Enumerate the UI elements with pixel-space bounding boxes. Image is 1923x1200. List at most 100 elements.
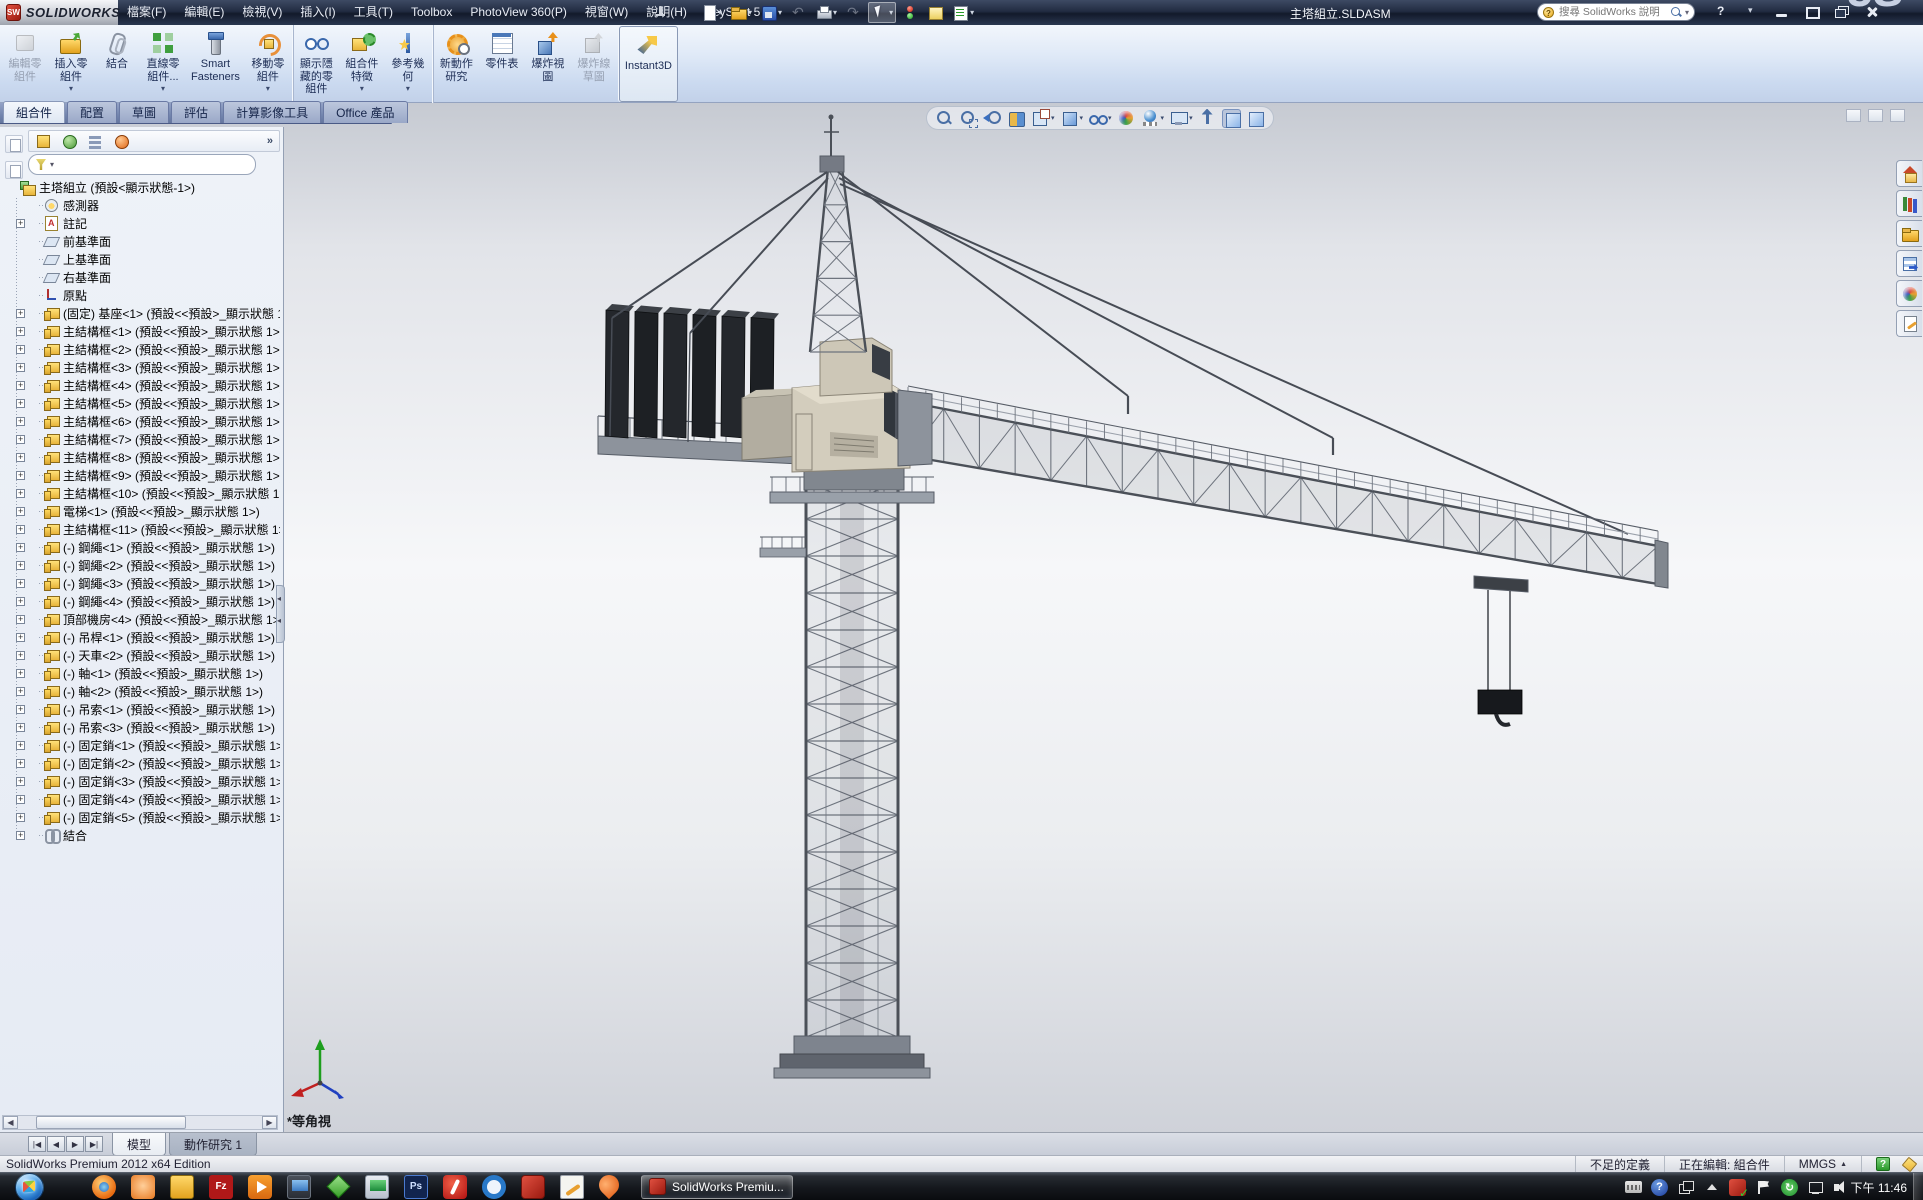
section-view-icon[interactable] <box>1007 109 1026 128</box>
view-palette-tab-icon[interactable] <box>1896 250 1922 277</box>
display-style-icon[interactable]: ▾ <box>1060 109 1084 128</box>
blue-ring-app-icon[interactable] <box>482 1175 506 1199</box>
tree-item[interactable]: 主結構框<11> (預設<<預設>_顯示狀態 1>) <box>4 520 280 538</box>
help-button[interactable] <box>1710 3 1734 20</box>
photoshop-icon[interactable]: Ps <box>404 1175 428 1199</box>
menu-item[interactable]: 插入(I) <box>291 0 344 25</box>
tree-item[interactable]: 主結構框<5> (預設<<預設>_顯示狀態 1>) <box>4 394 280 412</box>
tree-item[interactable]: (-) 鋼繩<3> (預設<<預設>_顯示狀態 1>) <box>4 574 280 592</box>
tree-item[interactable]: 主塔組立 (預設<顯示狀態-1>) <box>4 178 280 196</box>
solidworks-tray-icon[interactable] <box>1729 1179 1746 1196</box>
tree-item[interactable]: (-) 固定銷<2> (預設<<預設>_顯示狀態 1>) <box>4 754 280 772</box>
help-caret[interactable] <box>1740 3 1764 20</box>
insert-components-button[interactable]: 插入零 組件 ▾ <box>48 25 94 103</box>
linear-component-pattern-button[interactable]: 直線零 組件... ▾ <box>140 25 186 103</box>
explode-line-sketch-button[interactable]: 爆炸線 草圖 <box>571 25 617 103</box>
smart-fasteners-button[interactable]: Smart Fasteners <box>186 25 245 103</box>
red-app-icon[interactable] <box>443 1175 467 1199</box>
redo-icon[interactable] <box>843 3 864 22</box>
show-hidden-components-button[interactable]: 顯示隱 藏的零 組件 <box>293 25 339 103</box>
tree-item[interactable]: 主結構框<3> (預設<<預設>_顯示狀態 1>) <box>4 358 280 376</box>
go-to-start-button[interactable] <box>28 1136 46 1152</box>
tree-item[interactable]: 結合 <box>4 826 280 844</box>
expand-tabs-chevron[interactable]: » <box>267 135 279 147</box>
menu-item[interactable]: 視窗(W) <box>576 0 637 25</box>
displaymanager-tab-icon[interactable] <box>113 133 129 149</box>
tree-item[interactable]: 主結構框<8> (預設<<預設>_顯示狀態 1>) <box>4 448 280 466</box>
filter-box[interactable]: ▾ <box>28 154 256 175</box>
restore-button[interactable] <box>1800 3 1824 20</box>
exploded-view-button[interactable]: 爆炸視 圖 <box>525 25 571 103</box>
tree-item[interactable]: (-) 鋼繩<2> (預設<<預設>_顯示狀態 1>) <box>4 556 280 574</box>
select-arrow-icon[interactable]: ▾ <box>868 2 896 23</box>
menu-item[interactable]: 檢視(V) <box>233 0 291 25</box>
notes-app-icon[interactable] <box>560 1175 584 1199</box>
search-options-caret[interactable]: ▾ <box>1685 8 1689 17</box>
menu-item[interactable]: Toolbox <box>402 0 461 25</box>
window-tray-icon[interactable] <box>1677 1179 1694 1196</box>
taskbar-clock[interactable]: 下午 11:46 <box>1851 1173 1907 1200</box>
zoom-to-fit-icon[interactable] <box>935 109 954 128</box>
play-forward-button[interactable] <box>66 1136 84 1152</box>
tree-item[interactable]: 主結構框<4> (預設<<預設>_顯示狀態 1>) <box>4 376 280 394</box>
instant3d-button[interactable]: Instant3D <box>619 26 678 102</box>
new-document-icon[interactable]: ▾ <box>698 3 724 22</box>
minimize-button[interactable] <box>1770 3 1794 20</box>
tags-icon[interactable] <box>1902 1156 1917 1171</box>
view-orientation-icon[interactable]: ▾ <box>1031 109 1055 128</box>
go-to-end-button[interactable] <box>85 1136 103 1152</box>
tree-item[interactable]: 主結構框<7> (預設<<預設>_顯示狀態 1>) <box>4 430 280 448</box>
save-icon[interactable]: ▾ <box>758 3 784 22</box>
green-diamond-app-icon[interactable] <box>326 1175 350 1199</box>
collapse-pane-icon[interactable] <box>1846 109 1861 122</box>
edit-component-button[interactable]: 編輯零 組件 <box>2 25 48 103</box>
tree-item[interactable]: (-) 固定銷<5> (預設<<預設>_顯示狀態 1>) <box>4 808 280 826</box>
help-tray-icon[interactable]: ? <box>1651 1179 1668 1196</box>
tree-item[interactable]: (-) 吊索<1> (預設<<預設>_顯示狀態 1>) <box>4 700 280 718</box>
search-icon[interactable] <box>1670 6 1682 18</box>
network-tray-icon[interactable] <box>1807 1179 1824 1196</box>
filter-caret-icon[interactable]: ▾ <box>50 160 54 169</box>
tree-item[interactable]: (-) 天車<2> (預設<<預設>_顯示狀態 1>) <box>4 646 280 664</box>
3d-viewport[interactable] <box>285 103 1923 1132</box>
scroll-left-icon[interactable]: ◀ <box>3 1116 18 1129</box>
tree-item[interactable]: 主結構框<6> (預設<<預設>_顯示狀態 1>) <box>4 412 280 430</box>
featuremanager-tab-icon[interactable] <box>35 133 51 149</box>
update-tray-icon[interactable] <box>1781 1179 1798 1196</box>
tree-item[interactable]: (-) 鋼繩<1> (預設<<預設>_顯示狀態 1>) <box>4 538 280 556</box>
edit-appearance-icon[interactable] <box>1117 109 1136 128</box>
viewport-split-icon[interactable] <box>1868 109 1883 122</box>
media-app-icon[interactable] <box>131 1175 155 1199</box>
bill-of-materials-button[interactable]: 零件表 <box>479 25 525 103</box>
tree-item[interactable]: (-) 固定銷<1> (預設<<預設>_顯示狀態 1>) <box>4 736 280 754</box>
units-selector[interactable]: MMGS▲ <box>1784 1156 1861 1172</box>
volume-tray-icon[interactable] <box>1833 1179 1850 1196</box>
solidworks-app-icon[interactable] <box>521 1175 545 1199</box>
tree-item[interactable]: (-) 鋼繩<4> (預設<<預設>_顯示狀態 1>) <box>4 592 280 610</box>
firefox-icon[interactable] <box>92 1175 116 1199</box>
pane-button-1[interactable] <box>5 135 23 153</box>
apply-scene-icon[interactable]: ▾ <box>1141 109 1165 128</box>
hidden-icons-arrow[interactable] <box>1703 1179 1720 1196</box>
windows-explorer-icon[interactable] <box>170 1175 194 1199</box>
start-button[interactable] <box>12 1173 46 1200</box>
menu-item[interactable]: 工具(T) <box>345 0 402 25</box>
view-settings-icon[interactable]: ▾ <box>1169 109 1193 128</box>
media-player-icon[interactable] <box>248 1175 272 1199</box>
options-traffic-icon[interactable] <box>900 3 921 22</box>
3d-drawing-view-icon[interactable] <box>1198 109 1217 128</box>
tree-item[interactable]: (-) 軸<2> (預設<<預設>_顯示狀態 1>) <box>4 682 280 700</box>
file-properties-icon[interactable] <box>925 3 946 22</box>
menu-item[interactable]: 檔案(F) <box>118 0 175 25</box>
tree-item[interactable]: 感測器 <box>4 196 280 214</box>
assembly-features-button[interactable]: 組合件 特徵 ▾ <box>339 25 385 103</box>
play-backward-button[interactable] <box>47 1136 65 1152</box>
print-icon[interactable]: ▾ <box>813 3 839 22</box>
tree-item[interactable]: 主結構框<9> (預設<<預設>_顯示狀態 1>) <box>4 466 280 484</box>
quick-tips-toggle[interactable]: ? <box>1861 1156 1904 1172</box>
hide-show-items-icon[interactable]: ▾ <box>1088 109 1112 128</box>
tree-item[interactable]: (-) 固定銷<3> (預設<<預設>_顯示狀態 1>) <box>4 772 280 790</box>
view-cube-icon[interactable] <box>1222 109 1241 128</box>
active-window-button[interactable]: SolidWorks Premiu... <box>641 1175 793 1199</box>
tree-item[interactable]: 右基準面 <box>4 268 280 286</box>
